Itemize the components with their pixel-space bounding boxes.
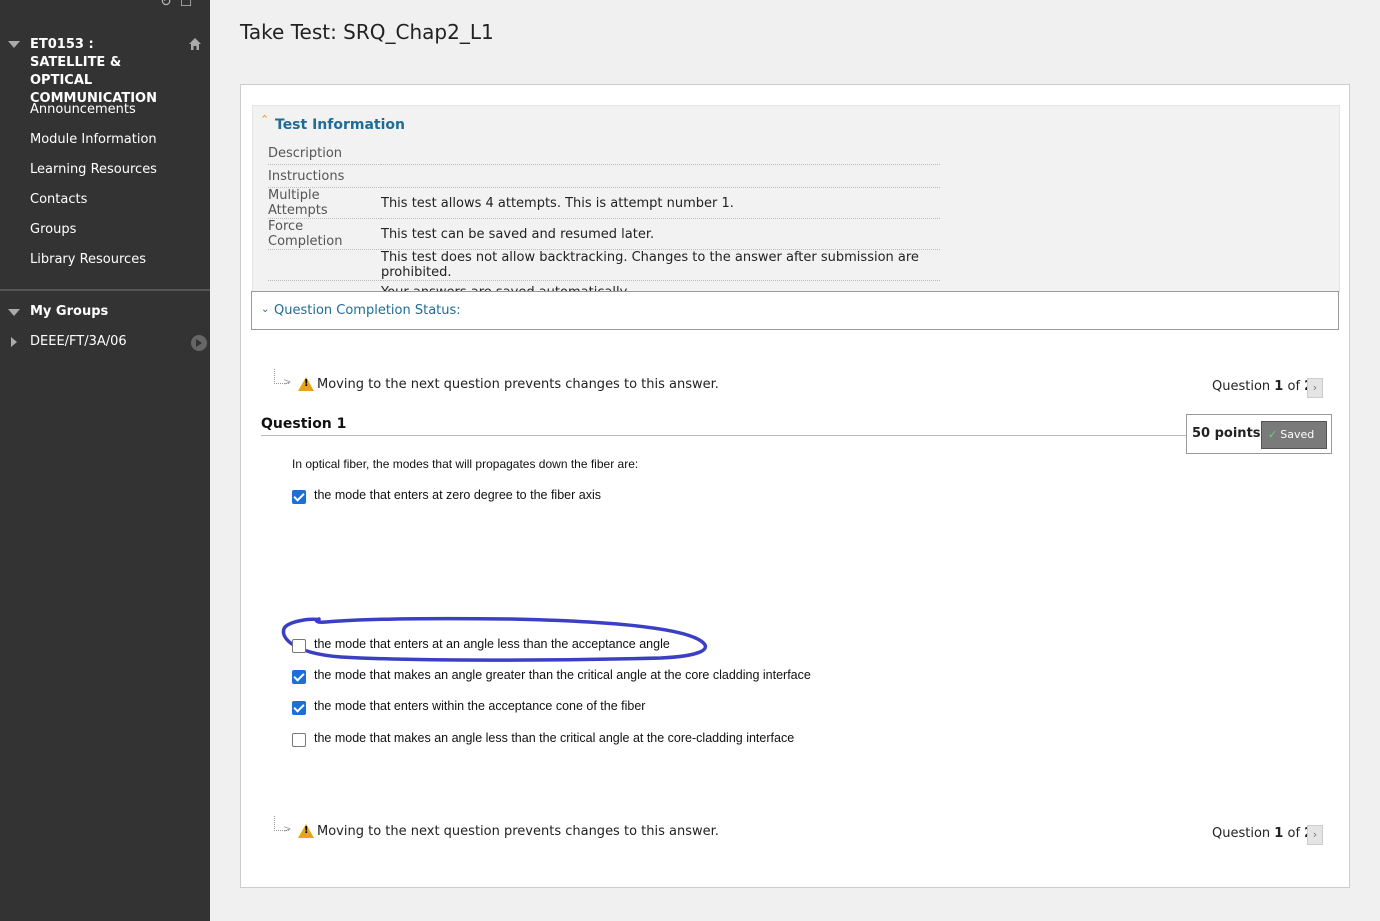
course-sidebar: ↻ ☐ ET0153 : SATELLITE & OPTICAL COMMUNIC… (0, 0, 210, 921)
page-title: Take Test: SRQ_Chap2_L1 (240, 20, 494, 44)
my-groups-heading[interactable]: My Groups (30, 304, 108, 319)
sidebar-item-announcements[interactable]: Announcements (30, 101, 157, 131)
answer-checkbox-unchecked[interactable] (292, 733, 306, 747)
info-value: This test allows 4 attempts. This is att… (381, 187, 940, 219)
info-value (381, 164, 940, 188)
question-heading-rule (261, 435, 1186, 436)
question-counter-of: of (1287, 379, 1301, 394)
question-counter: Question 1 of 2 (1212, 826, 1313, 841)
sidebar-item-contacts[interactable]: Contacts (30, 191, 157, 221)
group-item-deee[interactable]: DEEE/FT/3A/06 (30, 334, 127, 349)
warning-icon (298, 377, 314, 391)
answer-label[interactable]: the mode that enters at an angle less th… (314, 637, 670, 651)
sidebar-item-module-information[interactable]: Module Information (30, 131, 157, 161)
sidebar-item-learning-resources[interactable]: Learning Resources (30, 161, 157, 191)
info-row: This test does not allow backtracking. C… (268, 249, 940, 281)
saved-label: Saved (1280, 428, 1315, 441)
question-heading: Question 1 (261, 416, 347, 432)
info-value: This test does not allow backtracking. C… (381, 249, 940, 281)
answer-label[interactable]: the mode that makes an angle less than t… (314, 731, 794, 745)
points-box: 50 points ✓ Saved (1186, 414, 1332, 454)
question-text: In optical fiber, the modes that will pr… (292, 457, 639, 471)
home-icon[interactable] (188, 37, 202, 51)
question-counter-current: 1 (1274, 379, 1284, 394)
sidebar-divider (0, 289, 210, 291)
expand-chevron-icon[interactable]: ⌄ (261, 304, 269, 315)
test-information-title[interactable]: Test Information (275, 117, 405, 133)
question-counter-of: of (1287, 826, 1301, 841)
answer-checkbox-unchecked[interactable] (292, 639, 306, 653)
saved-status-badge: ✓ Saved (1261, 421, 1327, 449)
go-arrow-icon[interactable] (191, 335, 207, 351)
info-value: This test can be saved and resumed later… (381, 218, 940, 250)
backtrack-warning: Moving to the next question prevents cha… (317, 377, 719, 392)
info-value (381, 142, 940, 165)
collapse-course-icon[interactable] (8, 41, 20, 48)
collapse-my-groups-icon[interactable] (8, 309, 20, 316)
info-row: Instructions (268, 164, 940, 188)
info-row: Force Completion This test can be saved a… (268, 218, 940, 250)
question-counter: Question 1 of 2 (1212, 379, 1313, 394)
course-menu: Announcements Module Information Learnin… (30, 101, 157, 281)
info-label: Force Completion (268, 218, 381, 250)
answer-checkbox-checked[interactable] (292, 701, 306, 715)
question-completion-status-bar[interactable]: ⌄ Question Completion Status: (251, 291, 1339, 330)
connector-arrow-icon: > (283, 377, 292, 388)
sidebar-item-library-resources[interactable]: Library Resources (30, 251, 157, 281)
info-label: Description (268, 142, 381, 165)
test-info-table: Description Instructions Multiple Attemp… (268, 142, 940, 303)
question-counter-prefix: Question (1212, 379, 1271, 394)
test-content: ⌃ Test Information Description Instructi… (240, 84, 1350, 888)
info-row: Multiple Attempts This test allows 4 atte… (268, 187, 940, 219)
next-question-button[interactable]: › (1307, 378, 1323, 398)
window-icon[interactable]: ☐ (180, 0, 193, 10)
answer-checkbox-checked[interactable] (292, 670, 306, 684)
backtrack-warning: Moving to the next question prevents cha… (317, 824, 719, 839)
check-icon: ✓ (1268, 428, 1278, 441)
info-label: Instructions (268, 164, 381, 188)
answer-label[interactable]: the mode that makes an angle greater tha… (314, 668, 811, 682)
sidebar-item-groups[interactable]: Groups (30, 221, 157, 251)
answer-label[interactable]: the mode that enters at zero degree to t… (314, 488, 601, 502)
info-row: Description (268, 142, 940, 165)
question-completion-status-link[interactable]: Question Completion Status: (274, 303, 461, 318)
answer-label[interactable]: the mode that enters within the acceptan… (314, 699, 645, 713)
sidebar-top-icons: ↻ ☐ (160, 0, 200, 10)
next-question-button[interactable]: › (1307, 825, 1323, 845)
refresh-icon[interactable]: ↻ (160, 0, 172, 10)
info-label (268, 249, 381, 281)
connector-arrow-icon: > (283, 824, 292, 835)
answer-checkbox-checked[interactable] (292, 490, 306, 504)
expand-group-icon[interactable] (11, 337, 17, 347)
collapse-chevron-icon[interactable]: ⌃ (260, 113, 269, 126)
course-title[interactable]: ET0153 : SATELLITE & OPTICAL COMMUNICATI… (30, 36, 170, 108)
question-counter-current: 1 (1274, 826, 1284, 841)
test-information-panel: ⌃ Test Information Description Instructi… (252, 105, 1340, 300)
warning-icon (298, 824, 314, 838)
info-label: Multiple Attempts (268, 187, 381, 219)
points-value: 50 points (1192, 426, 1261, 441)
question-counter-prefix: Question (1212, 826, 1271, 841)
